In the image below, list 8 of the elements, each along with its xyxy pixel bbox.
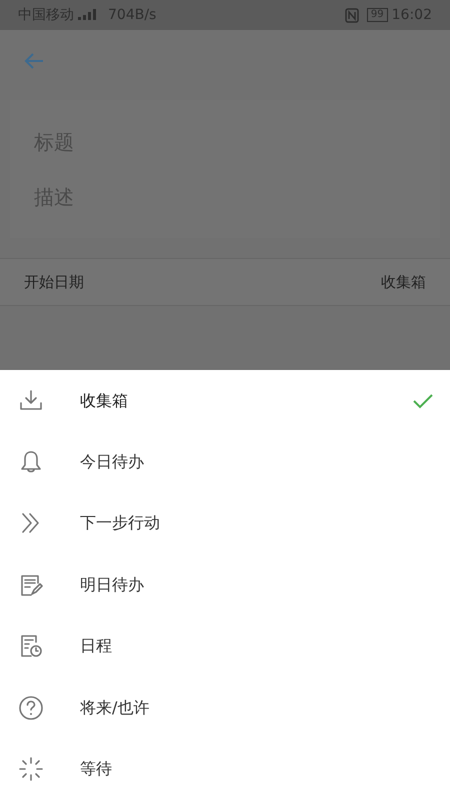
start-date-value[interactable]: 收集箱 [381, 270, 426, 294]
question-circle-icon [18, 694, 44, 721]
back-arrow-icon [23, 50, 45, 71]
checkmark-icon [412, 392, 434, 409]
loading-icon [18, 756, 44, 782]
start-date-label: 开始日期 [24, 272, 84, 293]
document-clock-icon [18, 633, 44, 660]
nfc-icon [344, 8, 359, 22]
